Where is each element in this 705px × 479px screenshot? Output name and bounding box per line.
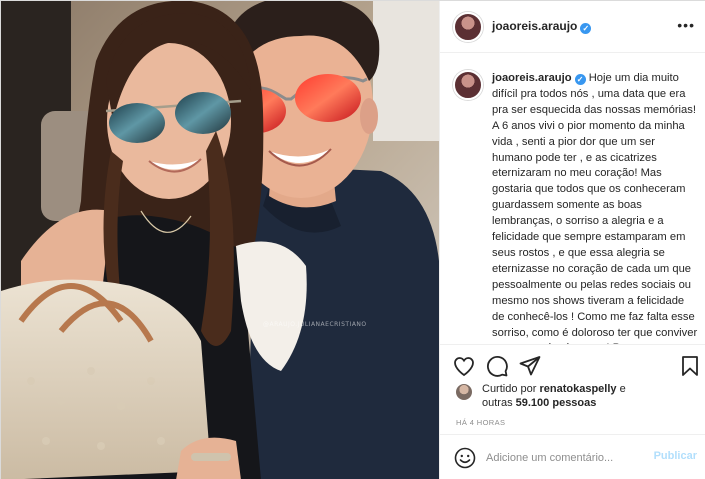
smiley-icon[interactable] [453,446,477,470]
verified-badge-icon: ✓ [580,23,592,34]
post-actions: Curtido por renatokaspelly e outras 59.1… [440,344,705,444]
post-photo[interactable]: @ARAUJO.JULIANAECRISTIANO [1,1,439,479]
comment-input[interactable] [486,448,646,468]
caption: joaoreis.araujo ✓ Hoje um dia muito difíc… [492,71,698,344]
caption-author-avatar[interactable] [453,70,483,100]
liker-username[interactable]: renatokaspelly [539,383,616,395]
post-side-panel: joaoreis.araujo ✓ ••• joaoreis.araujo ✓ Ho… [439,1,705,479]
liked-by-text: Curtido por renatokaspelly e outras 59.1… [482,383,626,409]
author-avatar[interactable] [453,12,483,42]
couple-selfie-image [1,1,439,479]
share-icon[interactable] [518,354,542,378]
post-timestamp[interactable]: HÁ 4 HORAS [456,418,505,427]
comment-icon[interactable] [485,354,509,378]
caption-area: joaoreis.araujo ✓ Hoje um dia muito difíc… [440,54,705,344]
author-username[interactable]: joaoreis.araujo ✓ [492,19,592,34]
verified-badge-icon: ✓ [574,74,586,85]
ellipsis-icon[interactable]: ••• [677,18,695,32]
caption-text: Hoje um dia muito difícil pra todos nós … [492,72,698,344]
likes-count[interactable]: 59.100 pessoas [516,397,597,409]
publish-button[interactable]: Publicar [654,450,697,462]
liker-avatar[interactable] [456,384,472,400]
photo-watermark: @ARAUJO.JULIANAECRISTIANO [263,321,367,328]
post-header: joaoreis.araujo ✓ ••• [440,1,705,53]
instagram-post: @ARAUJO.JULIANAECRISTIANO joaoreis.arauj… [0,0,705,479]
caption-username[interactable]: joaoreis.araujo [492,72,572,84]
bookmark-icon[interactable] [678,354,702,378]
author-username-text[interactable]: joaoreis.araujo [492,19,577,33]
comment-bar: Publicar [440,434,705,479]
heart-icon[interactable] [452,354,476,378]
